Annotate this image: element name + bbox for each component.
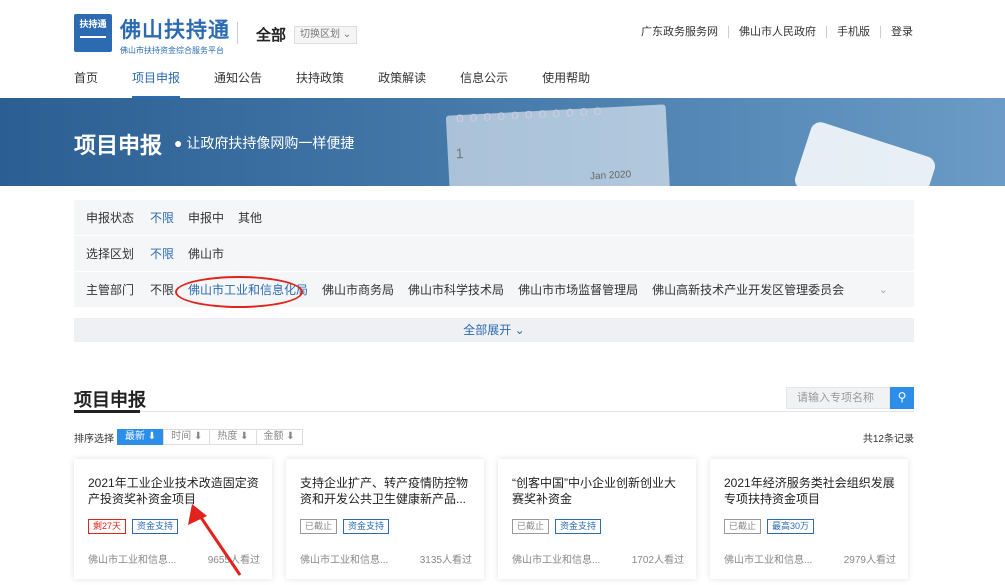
search-icon: ⚲	[897, 390, 907, 404]
filter-option[interactable]: 申报中	[188, 209, 224, 226]
logo-text: 扶持通	[79, 19, 107, 29]
chevron-down-icon[interactable]: ⌄	[879, 283, 888, 296]
switch-region-button[interactable]: 切换区划 ⌄	[294, 26, 358, 44]
nav-policies[interactable]: 扶持政策	[296, 68, 344, 98]
brand[interactable]: 佛山扶持通 佛山市扶持资金综合服务平台	[120, 14, 230, 56]
type-badge: 资金支持	[343, 519, 390, 534]
card-title[interactable]: “创客中国”中小企业创新创业大赛奖补资金	[512, 475, 684, 507]
card-title[interactable]: 2021年经济服务类社会组织发展专项扶持资金项目	[724, 475, 896, 507]
filter-label: 申报状态	[86, 211, 135, 225]
calendar-number: 1	[455, 144, 464, 162]
search-input[interactable]: 请输入专项名称	[786, 387, 890, 409]
closed-badge: 已截止	[300, 519, 338, 534]
card-title[interactable]: 支持企业扩产、转产疫情防控物资和开发公共卫生健康新产品...	[300, 475, 472, 507]
current-region: 全部	[256, 27, 287, 44]
filter-option[interactable]: 佛山市	[188, 245, 224, 262]
card-dept: 佛山市工业和信息...	[300, 555, 389, 566]
nav-notices[interactable]: 通知公告	[214, 68, 262, 98]
card-title[interactable]: 2021年工业企业技术改造固定资产投资奖补资金项目	[88, 475, 260, 507]
nav-publicity[interactable]: 信息公示	[460, 68, 508, 98]
sort-latest-button[interactable]: 最新 ⬇	[117, 429, 165, 445]
sort-time-button[interactable]: 时间 ⬇	[163, 429, 211, 445]
card-footer: 佛山市工业和信息... 1702人看过	[512, 551, 684, 566]
nav-project-apply[interactable]: 项目申报	[132, 68, 181, 98]
card-views: 3135人看过	[419, 555, 472, 566]
sort-hot-button[interactable]: 热度 ⬇	[209, 429, 257, 445]
filter-option[interactable]: 佛山市市场监督管理局	[518, 281, 638, 298]
card-views: 9655人看过	[207, 555, 260, 566]
closed-badge: 已截止	[512, 519, 550, 534]
nav-help[interactable]: 使用帮助	[542, 68, 590, 98]
calendar-date: Jan 2020	[589, 169, 632, 183]
project-card[interactable]: 2021年工业企业技术改造固定资产投资奖补资金项目 剩27天 资金支持 佛山市工…	[74, 459, 272, 579]
total-count: 共12条记录	[862, 434, 914, 445]
filter-option[interactable]: 不限	[150, 281, 174, 298]
filter-label: 主管部门	[86, 283, 135, 297]
deadline-badge: 剩27天	[88, 519, 127, 534]
page-banner: ooooooooooo 1 Jan 2020 项目申报 ● 让政府扶持像网购一样…	[0, 98, 1005, 186]
banner-slogan: ● 让政府扶持像网购一样便捷	[174, 135, 355, 151]
calendar-rings-icon: ooooooooooo	[455, 101, 608, 126]
filter-option[interactable]: 不限	[150, 209, 174, 226]
card-dept: 佛山市工业和信息...	[88, 555, 177, 566]
card-tags: 剩27天 资金支持	[88, 519, 184, 534]
section-divider	[74, 410, 914, 413]
filter-label: 选择区划	[86, 247, 135, 261]
top-header: 扶持通 佛山扶持通 佛山市扶持资金综合服务平台 全部 切换区划 ⌄ 广东政务服务…	[0, 0, 1005, 62]
header-divider	[237, 22, 238, 44]
filter-option[interactable]: 佛山市科学技术局	[408, 281, 504, 298]
card-tags: 已截止 资金支持	[512, 519, 607, 534]
project-card[interactable]: 2021年经济服务类社会组织发展专项扶持资金项目 已截止 最高30万 佛山市工业…	[710, 459, 908, 579]
link-login[interactable]: 登录	[881, 26, 913, 38]
project-card[interactable]: “创客中国”中小企业创新创业大赛奖补资金 已截止 资金支持 佛山市工业和信息..…	[498, 459, 696, 579]
closed-badge: 已截止	[724, 519, 762, 534]
calendar-illustration: ooooooooooo 1 Jan 2020	[445, 101, 671, 186]
card-footer: 佛山市工业和信息... 2979人看过	[724, 551, 896, 566]
logo-building-icon	[80, 36, 106, 46]
link-foshan-gov[interactable]: 佛山市人民政府	[729, 26, 827, 38]
filter-row-region: 选择区划 不限 佛山市	[74, 236, 914, 272]
amount-badge: 最高30万	[767, 519, 815, 534]
card-dept: 佛山市工业和信息...	[724, 555, 813, 566]
type-badge: 资金支持	[555, 519, 602, 534]
sort-bar: 排序选择 最新 ⬇ 时间 ⬇ 热度 ⬇ 金额 ⬇	[74, 429, 303, 445]
filter-option[interactable]: 佛山市商务局	[322, 281, 394, 298]
project-card[interactable]: 支持企业扩产、转产疫情防控物资和开发公共卫生健康新产品... 已截止 资金支持 …	[286, 459, 484, 579]
nav-policy-interpretation[interactable]: 政策解读	[378, 68, 426, 98]
link-gd-gov-service[interactable]: 广东政务服务网	[631, 26, 729, 38]
card-tags: 已截止 最高30万	[724, 519, 820, 534]
nav-home[interactable]: 首页	[74, 68, 98, 98]
site-logo[interactable]: 扶持通	[74, 14, 112, 52]
sort-amount-button[interactable]: 金额 ⬇	[255, 429, 303, 445]
card-footer: 佛山市工业和信息... 9655人看过	[88, 551, 260, 566]
phone-illustration	[792, 119, 938, 186]
filter-row-status: 申报状态 不限 申报中 其他	[74, 200, 914, 236]
top-links: 广东政务服务网 佛山市人民政府 手机版 登录	[631, 26, 913, 38]
main-nav: 首页 项目申报 通知公告 扶持政策 政策解读 信息公示 使用帮助	[74, 68, 624, 98]
brand-name: 佛山扶持通	[120, 18, 230, 42]
card-footer: 佛山市工业和信息... 3135人看过	[300, 551, 472, 566]
filter-option[interactable]: 不限	[150, 245, 174, 262]
filter-option[interactable]: 其他	[238, 209, 262, 226]
card-views: 2979人看过	[843, 555, 896, 566]
card-views: 1702人看过	[631, 555, 684, 566]
banner-title: 项目申报	[74, 133, 163, 158]
type-badge: 资金支持	[132, 519, 179, 534]
annotation-circle	[175, 276, 303, 308]
card-dept: 佛山市工业和信息...	[512, 555, 601, 566]
brand-subtitle: 佛山市扶持资金综合服务平台	[120, 46, 224, 55]
section-title: 项目申报	[74, 390, 146, 410]
search-button[interactable]: ⚲	[890, 387, 914, 409]
filter-option[interactable]: 佛山高新技术产业开发区管理委员会	[652, 281, 844, 298]
sort-label: 排序选择	[74, 433, 114, 445]
card-tags: 已截止 资金支持	[300, 519, 395, 534]
expand-all-button[interactable]: 全部展开 ⌄	[74, 318, 914, 342]
link-mobile[interactable]: 手机版	[827, 26, 881, 38]
